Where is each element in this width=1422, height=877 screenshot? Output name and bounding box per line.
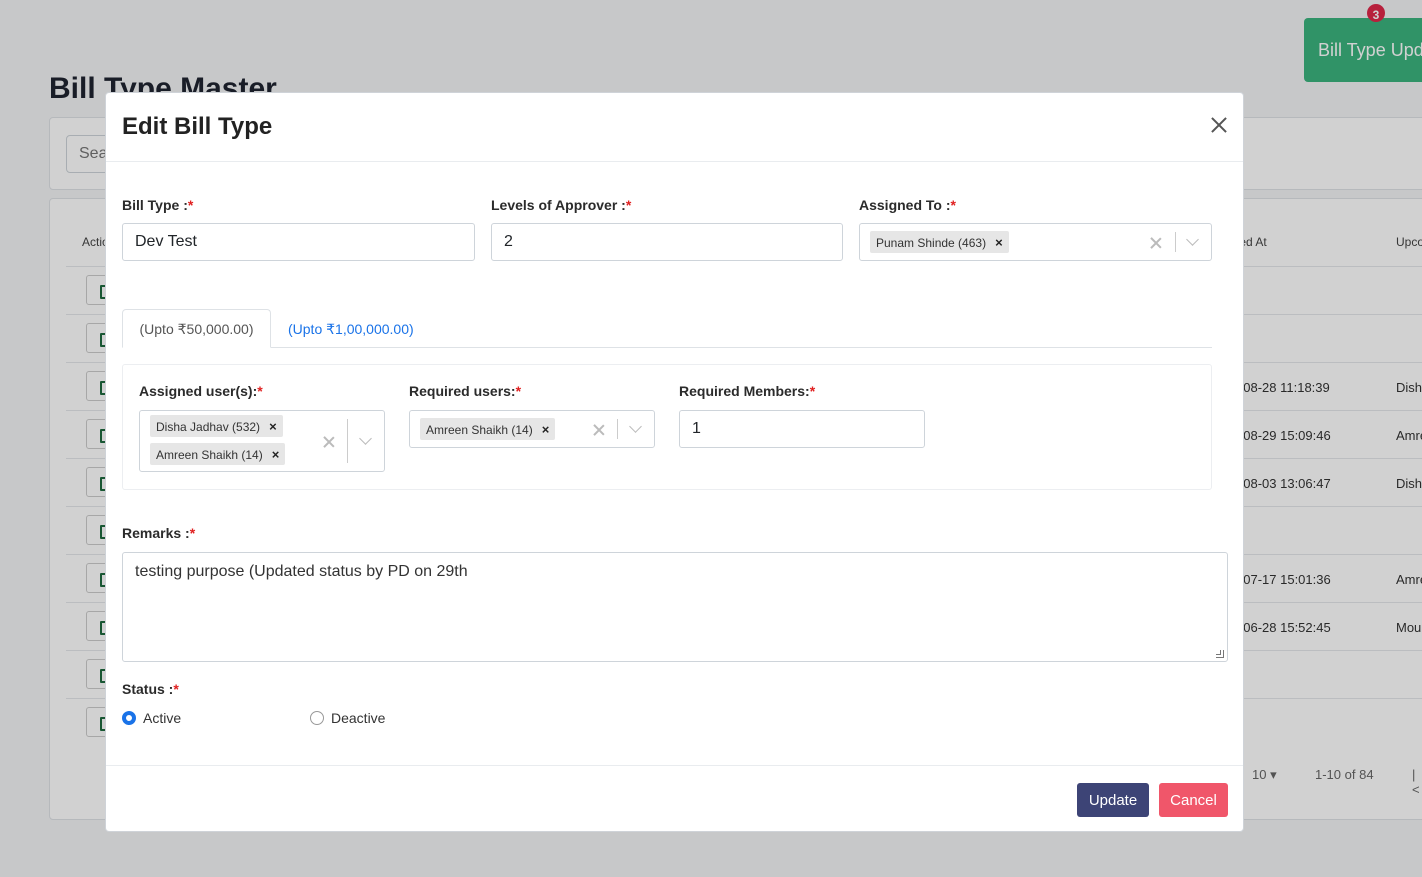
status-label-text: Status : <box>122 681 174 697</box>
remarks-text: testing purpose (Updated status by PD on… <box>135 563 468 580</box>
assigned-user-chip: Disha Jadhav (532) × <box>150 415 283 437</box>
assigned-to-chip: Punam Shinde (463) × <box>870 231 1009 253</box>
clear-icon[interactable] <box>1150 237 1162 249</box>
remove-chip-icon[interactable]: × <box>995 235 1003 250</box>
status-label: Status :* <box>122 681 179 697</box>
remarks-label-text: Remarks : <box>122 525 190 541</box>
modal-title: Edit Bill Type <box>122 113 273 140</box>
required-mark: * <box>515 383 522 399</box>
levels-label: Levels of Approver :* <box>491 197 631 213</box>
required-members-label-text: Required Members: <box>679 383 810 399</box>
required-mark: * <box>189 525 196 541</box>
levels-of-approver-input[interactable] <box>491 223 843 261</box>
required-mark: * <box>625 197 632 213</box>
remarks-label: Remarks :* <box>122 525 195 541</box>
assigned-users-label: Assigned user(s):* <box>139 383 263 399</box>
assigned-users-label-text: Assigned user(s): <box>139 383 258 399</box>
remove-chip-icon[interactable]: × <box>269 419 277 434</box>
tab-upto-100000[interactable]: (Upto ₹1,00,000.00) <box>288 321 414 338</box>
required-mark: * <box>950 197 956 213</box>
modal-header: Edit Bill Type <box>106 93 1243 162</box>
bill-type-label-text: Bill Type : <box>122 197 188 213</box>
required-users-label: Required users:* <box>409 383 521 399</box>
indicator-separator <box>617 419 618 439</box>
bill-type-label: Bill Type :* <box>122 197 193 213</box>
chip-label: Amreen Shaikh (14) <box>426 423 533 437</box>
required-users-select[interactable]: Amreen Shaikh (14) × <box>409 410 655 448</box>
assigned-to-label-text: Assigned To : <box>859 197 951 213</box>
levels-label-text: Levels of Approver : <box>491 197 626 213</box>
chevron-down-icon[interactable] <box>1186 233 1199 246</box>
required-mark: * <box>173 681 179 697</box>
clear-icon[interactable] <box>323 436 335 448</box>
edit-bill-type-modal: Edit Bill Type Bill Type :* Levels of Ap… <box>105 92 1244 832</box>
tabs-divider <box>122 347 1212 348</box>
indicator-separator <box>1175 232 1176 252</box>
required-user-chip: Amreen Shaikh (14) × <box>420 418 556 440</box>
required-members-label: Required Members:* <box>679 383 815 399</box>
required-mark: * <box>809 383 816 399</box>
required-mark: * <box>187 197 194 213</box>
update-button[interactable]: Update <box>1077 783 1149 817</box>
assigned-to-select[interactable]: Punam Shinde (463) × <box>859 223 1212 261</box>
chip-label: Disha Jadhav (532) <box>156 420 261 434</box>
remove-chip-icon[interactable]: × <box>272 447 280 462</box>
assigned-to-label: Assigned To :* <box>859 197 956 213</box>
status-deactive-label[interactable]: Deactive <box>331 710 385 726</box>
chevron-down-icon[interactable] <box>629 420 642 433</box>
bill-type-input[interactable] <box>122 223 475 261</box>
tab-upto-50000[interactable]: (Upto ₹50,000.00) <box>122 309 271 348</box>
assigned-user-chip: Amreen Shaikh (14) × <box>150 443 286 465</box>
close-icon[interactable] <box>1209 115 1229 135</box>
approval-level-panel: Assigned user(s):* Disha Jadhav (532) × A… <box>122 364 1212 490</box>
resize-handle-icon[interactable] <box>1216 650 1224 658</box>
remove-chip-icon[interactable]: × <box>542 422 550 437</box>
remarks-textarea[interactable]: testing purpose (Updated status by PD on… <box>122 552 1228 662</box>
cancel-button[interactable]: Cancel <box>1159 783 1228 817</box>
modal-footer-divider <box>106 765 1243 766</box>
assigned-users-select[interactable]: Disha Jadhav (532) × Amreen Shaikh (14) × <box>139 410 385 472</box>
required-members-input[interactable] <box>679 410 925 448</box>
chip-label: Punam Shinde (463) <box>876 236 987 250</box>
status-active-radio[interactable] <box>122 711 136 725</box>
clear-icon[interactable] <box>593 424 605 436</box>
required-mark: * <box>257 383 263 399</box>
chevron-down-icon[interactable] <box>359 432 372 445</box>
required-users-label-text: Required users: <box>409 383 516 399</box>
indicator-separator <box>347 419 348 463</box>
status-deactive-radio[interactable] <box>310 711 324 725</box>
chip-label: Amreen Shaikh (14) <box>156 448 263 462</box>
status-active-label[interactable]: Active <box>143 710 181 726</box>
